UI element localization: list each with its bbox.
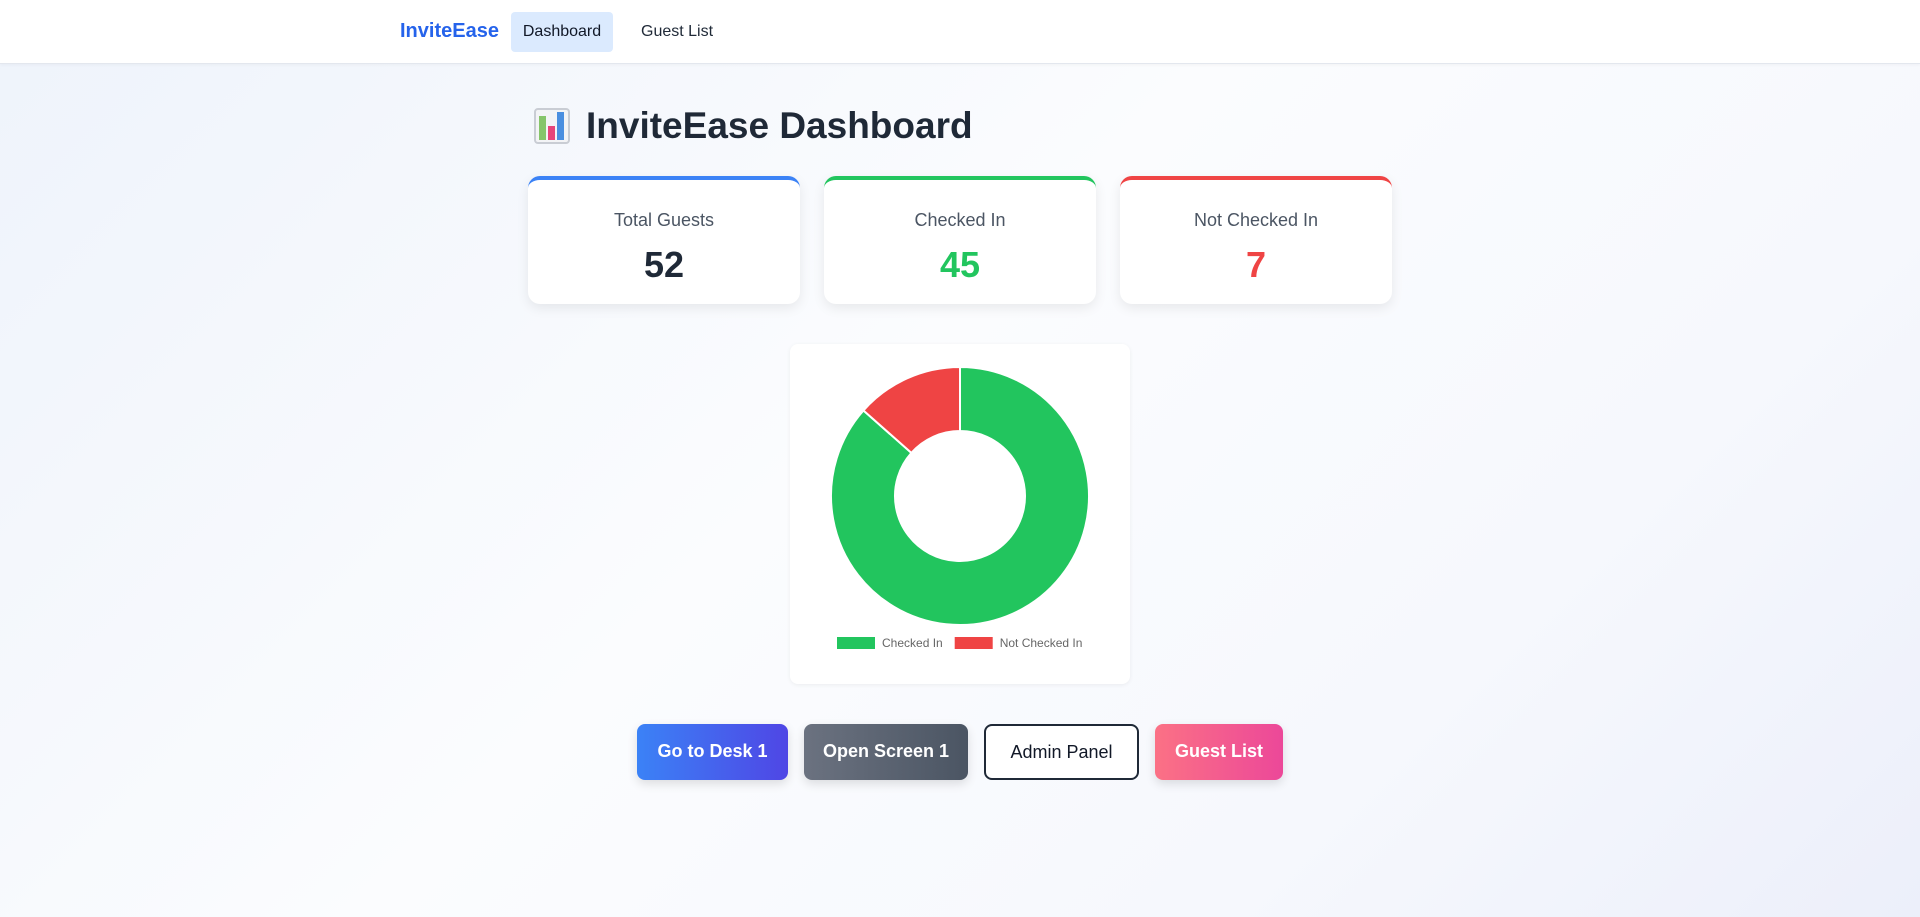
stat-card-checked-in: Checked In 45 — [824, 176, 1096, 304]
stat-value: 52 — [643, 244, 685, 285]
open-screen-button[interactable]: Open Screen 1 — [804, 724, 968, 780]
checkin-chart-card: Checked In Not Checked In — [790, 344, 1130, 684]
stat-label: Total Guests — [613, 210, 715, 230]
legend-label[interactable]: Checked In — [882, 636, 943, 650]
stat-value: 45 — [939, 244, 981, 285]
chart-legend: Checked In Not Checked In — [837, 636, 1082, 650]
top-navbar: InviteEase Dashboard Guest List — [0, 0, 1920, 64]
nav-link-dashboard[interactable]: Dashboard — [511, 12, 613, 52]
brand-logo[interactable]: InviteEase — [400, 20, 499, 43]
stat-card-total-guests: Total Guests 52 — [528, 176, 800, 304]
checkin-doughnut-chart: Checked In Not Checked In — [830, 365, 1090, 650]
legend-swatch — [837, 637, 875, 649]
stat-label: Checked In — [914, 210, 1006, 230]
page-title: InviteEase Dashboard — [534, 102, 973, 150]
stat-card-not-checked-in: Not Checked In 7 — [1120, 176, 1392, 304]
stat-value: 7 — [1245, 244, 1267, 285]
page-title-text: InviteEase Dashboard — [586, 105, 973, 146]
go-to-desk-button[interactable]: Go to Desk 1 — [637, 724, 788, 780]
bar-chart-icon — [534, 108, 570, 144]
legend-swatch — [954, 637, 993, 649]
legend-label[interactable]: Not Checked In — [1000, 636, 1083, 650]
admin-panel-button[interactable]: Admin Panel — [984, 724, 1139, 780]
guest-list-button[interactable]: Guest List — [1155, 724, 1283, 780]
stat-label: Not Checked In — [1193, 210, 1319, 230]
nav-link-guest-list[interactable]: Guest List — [630, 12, 724, 52]
